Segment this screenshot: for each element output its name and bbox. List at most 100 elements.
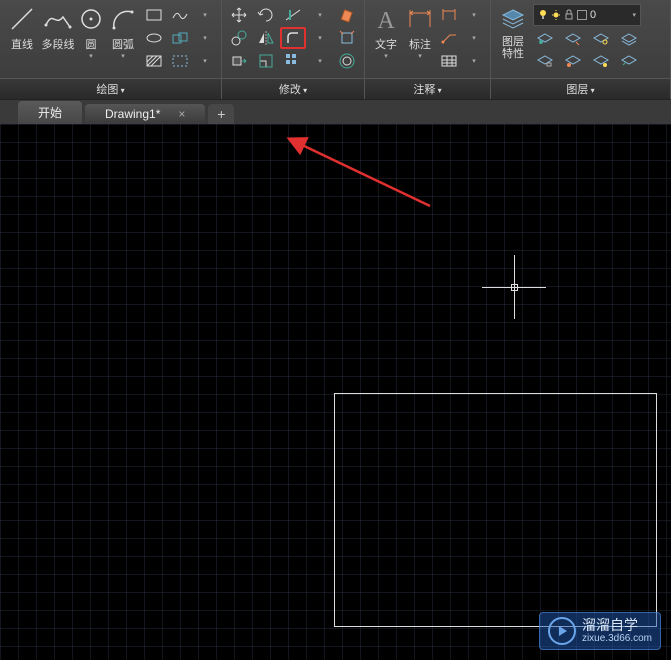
drawing-canvas[interactable]: 溜溜自学 zixue.3d66.com xyxy=(0,124,671,660)
panel-draw: 直线 多段线 圆 圆弧 xyxy=(0,0,222,99)
new-tab-button[interactable]: + xyxy=(208,104,234,124)
sun-icon xyxy=(551,9,561,21)
tool-label: 多段线 xyxy=(42,36,75,52)
tool-polyline[interactable]: 多段线 xyxy=(40,2,76,54)
tool-dropdown[interactable] xyxy=(462,27,486,49)
tool-spline[interactable] xyxy=(168,4,192,26)
text-icon: A xyxy=(371,4,401,34)
tool-dropdown[interactable] xyxy=(307,50,333,72)
tool-dimension[interactable]: 标注 xyxy=(403,2,437,62)
tool-label: 文字 xyxy=(375,36,397,52)
chevron-down-icon xyxy=(384,52,388,60)
circle-icon xyxy=(76,4,106,34)
tool-mirror[interactable] xyxy=(253,27,279,49)
tool-dropdown[interactable] xyxy=(307,27,333,49)
tool-scale[interactable] xyxy=(253,50,279,72)
close-icon[interactable]: × xyxy=(178,107,185,121)
layer-color-icon xyxy=(577,10,587,20)
tool-label: 图层特性 xyxy=(502,36,524,60)
tool-dropdown[interactable] xyxy=(193,4,217,26)
line-icon xyxy=(7,4,37,34)
layer-tool-4[interactable] xyxy=(617,28,641,50)
tool-dropdown[interactable] xyxy=(193,50,217,72)
tool-dropdown[interactable] xyxy=(307,4,333,26)
tool-copy[interactable] xyxy=(226,27,252,49)
document-tabs: 开始 Drawing1* × + xyxy=(0,100,671,124)
chevron-down-icon xyxy=(318,11,322,19)
panel-title-modify[interactable]: 修改 xyxy=(222,78,364,99)
layer-tool-1[interactable] xyxy=(533,28,557,50)
dimension-icon xyxy=(405,4,435,34)
layer-properties-icon xyxy=(498,4,528,34)
tool-layer-properties[interactable]: 图层特性 xyxy=(495,2,531,62)
tool-move[interactable] xyxy=(226,4,252,26)
layer-tool-7[interactable] xyxy=(589,50,613,72)
tool-dropdown[interactable] xyxy=(193,27,217,49)
layer-tool-8[interactable] xyxy=(617,50,641,72)
panel-title-annotate[interactable]: 注释 xyxy=(365,78,490,99)
tool-region[interactable] xyxy=(168,27,192,49)
tool-dropdown[interactable] xyxy=(462,50,486,72)
panel-layers: 图层特性 0 xyxy=(491,0,671,99)
tab-drawing1[interactable]: Drawing1* × xyxy=(85,104,205,124)
chevron-down-icon xyxy=(472,34,476,42)
tool-label: 圆 xyxy=(86,36,97,52)
chevron-down-icon xyxy=(418,52,422,60)
chevron-down-icon xyxy=(472,11,476,19)
tool-hatch[interactable] xyxy=(142,50,166,72)
layer-selector[interactable]: 0 xyxy=(533,4,641,26)
tool-rotate[interactable] xyxy=(253,4,279,26)
watermark-url: zixue.3d66.com xyxy=(582,633,652,644)
tool-line[interactable]: 直线 xyxy=(4,2,40,54)
tool-trim[interactable] xyxy=(280,4,306,26)
layer-tool-6[interactable] xyxy=(561,50,585,72)
drawn-rectangle[interactable] xyxy=(334,393,657,627)
layer-name: 0 xyxy=(590,9,629,21)
panel-title-draw[interactable]: 绘图 xyxy=(0,78,221,99)
layer-tool-2[interactable] xyxy=(561,28,585,50)
tool-erase[interactable] xyxy=(334,4,360,26)
tool-arc[interactable]: 圆弧 xyxy=(106,2,140,62)
layer-tool-5[interactable] xyxy=(533,50,557,72)
panel-modify: 修改 xyxy=(222,0,365,99)
tool-offset[interactable] xyxy=(334,50,360,72)
chevron-down-icon xyxy=(318,34,322,42)
panel-title-layers[interactable]: 图层 xyxy=(491,78,670,99)
tool-stretch[interactable] xyxy=(226,50,252,72)
tool-fillet[interactable] xyxy=(280,27,306,49)
watermark: 溜溜自学 zixue.3d66.com xyxy=(539,612,661,650)
tool-explode[interactable] xyxy=(334,27,360,49)
tool-array[interactable] xyxy=(280,50,306,72)
chevron-down-icon xyxy=(318,57,322,65)
chevron-down-icon xyxy=(203,57,207,65)
tool-leader[interactable] xyxy=(437,27,461,49)
tool-boundary[interactable] xyxy=(168,50,192,72)
chevron-down-icon xyxy=(632,11,636,19)
layer-tool-3[interactable] xyxy=(589,28,613,50)
chevron-down-icon xyxy=(121,52,125,60)
tool-circle[interactable]: 圆 xyxy=(76,2,106,62)
tab-start[interactable]: 开始 xyxy=(18,101,82,124)
tool-label: 直线 xyxy=(11,36,33,52)
tool-dropdown[interactable] xyxy=(462,4,486,26)
polyline-icon xyxy=(43,4,73,34)
arc-icon xyxy=(108,4,138,34)
tool-rectangle[interactable] xyxy=(142,4,166,26)
chevron-down-icon xyxy=(203,34,207,42)
svg-text:A: A xyxy=(377,8,395,32)
tool-ellipse[interactable] xyxy=(142,27,166,49)
tab-label: 开始 xyxy=(38,104,62,121)
chevron-down-icon xyxy=(203,11,207,19)
tool-label: 标注 xyxy=(409,36,431,52)
tool-text[interactable]: A 文字 xyxy=(369,2,403,62)
chevron-down-icon xyxy=(89,52,93,60)
chevron-down-icon xyxy=(472,57,476,65)
tool-linear-dim[interactable] xyxy=(437,4,461,26)
watermark-title: 溜溜自学 xyxy=(582,618,652,633)
tool-label: 圆弧 xyxy=(112,36,134,52)
watermark-logo-icon xyxy=(548,617,576,645)
bulb-icon xyxy=(538,9,548,21)
lock-icon xyxy=(564,9,574,21)
panel-annotate: A 文字 标注 注释 xyxy=(365,0,491,99)
tool-table[interactable] xyxy=(437,50,461,72)
